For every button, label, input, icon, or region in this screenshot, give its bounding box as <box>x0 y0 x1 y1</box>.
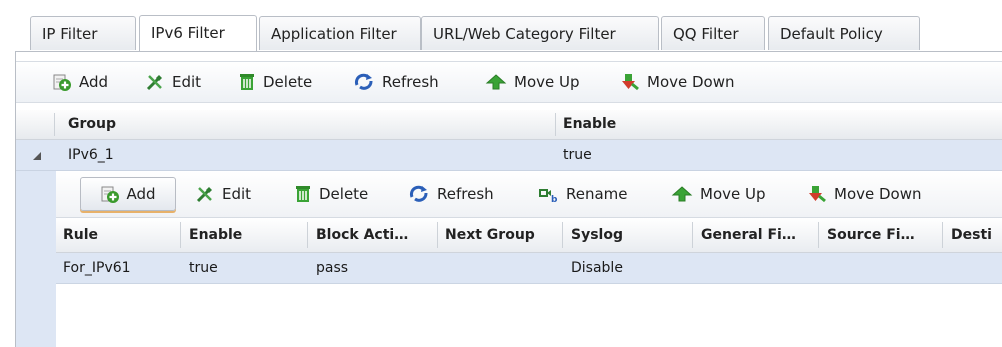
add-icon <box>52 72 72 92</box>
tab-ipv6-filter[interactable]: IPv6 Filter <box>139 15 257 52</box>
tab-bar: IP Filter IPv6 Filter Application Filter… <box>0 0 1002 54</box>
rule-rename-label: Rename <box>566 185 628 203</box>
rule-name: For_IPv61 <box>63 260 131 276</box>
column-separator <box>307 222 308 248</box>
rule-table-empty-area <box>56 284 1002 347</box>
rule-enable: true <box>189 260 218 276</box>
tab-qq-filter[interactable]: QQ Filter <box>661 16 765 50</box>
column-header-syslog[interactable]: Syslog <box>571 218 623 252</box>
column-header-destination-filter[interactable]: Desti <box>951 218 1002 252</box>
move-up-icon <box>671 185 693 203</box>
tab-label: Default Policy <box>780 25 883 43</box>
column-header-enable[interactable]: Enable <box>189 218 242 252</box>
group-table-header: Group Enable <box>16 110 1002 140</box>
refresh-label: Refresh <box>382 73 439 91</box>
column-header-group[interactable]: Group <box>68 110 116 139</box>
rename-icon: b <box>537 184 559 204</box>
move-up-button[interactable]: Move Up <box>485 62 580 102</box>
rule-rename-button[interactable]: b Rename <box>537 177 628 211</box>
rule-refresh-label: Refresh <box>437 185 494 203</box>
column-separator <box>818 222 819 248</box>
refresh-button[interactable]: Refresh <box>353 62 439 102</box>
rule-table-header: Rule Enable Block Acti… Next Group Syslo… <box>56 218 1002 253</box>
move-up-icon <box>485 73 507 91</box>
column-separator <box>180 222 181 248</box>
move-down-icon <box>620 72 640 92</box>
rule-edit-label: Edit <box>222 185 252 203</box>
rule-delete-label: Delete <box>319 185 369 203</box>
rule-move-down-button[interactable]: Move Down <box>807 177 922 211</box>
delete-label: Delete <box>263 73 313 91</box>
delete-button[interactable]: Delete <box>238 62 312 102</box>
column-header-general-filter[interactable]: General Fi… <box>701 218 813 252</box>
svg-text:b: b <box>551 195 558 204</box>
tab-label: IP Filter <box>42 25 98 43</box>
tab-label: URL/Web Category Filter <box>433 25 616 43</box>
edit-button[interactable]: Edit <box>145 62 201 102</box>
column-separator <box>555 113 556 136</box>
move-down-icon <box>807 184 827 204</box>
tab-url-web-category-filter[interactable]: URL/Web Category Filter <box>421 16 659 50</box>
rule-move-down-label: Move Down <box>834 185 922 203</box>
delete-icon <box>238 72 256 92</box>
move-up-label: Move Up <box>514 73 580 91</box>
column-header-block-action[interactable]: Block Acti… <box>316 218 433 252</box>
column-separator <box>54 113 55 136</box>
rule-toolbar: Add Edit Delete Refresh b Rename Move Up <box>56 171 1002 218</box>
rule-add-button[interactable]: Add <box>80 177 176 211</box>
rule-block-action: pass <box>316 260 349 276</box>
edit-icon <box>145 72 165 92</box>
rule-row[interactable]: For_IPv61 true pass Disable <box>56 253 1002 284</box>
group-name: IPv6_1 <box>68 147 114 163</box>
group-enable: true <box>563 147 592 163</box>
refresh-icon <box>353 73 375 91</box>
column-separator <box>437 222 438 248</box>
delete-icon <box>294 184 312 204</box>
rule-move-up-label: Move Up <box>700 185 766 203</box>
nested-indent <box>16 171 56 347</box>
column-header-next-group[interactable]: Next Group <box>445 218 535 252</box>
rule-delete-button[interactable]: Delete <box>294 177 368 211</box>
refresh-icon <box>408 185 430 203</box>
tab-label: QQ Filter <box>673 25 739 43</box>
edit-label: Edit <box>172 73 202 91</box>
column-header-enable[interactable]: Enable <box>563 110 616 139</box>
add-button[interactable]: Add <box>52 62 108 102</box>
rule-edit-button[interactable]: Edit <box>195 177 251 211</box>
edit-icon <box>195 184 215 204</box>
rule-refresh-button[interactable]: Refresh <box>408 177 494 211</box>
tab-ip-filter[interactable]: IP Filter <box>30 16 136 50</box>
tab-application-filter[interactable]: Application Filter <box>259 16 421 50</box>
rule-add-label: Add <box>126 185 156 203</box>
tab-label: Application Filter <box>271 25 397 43</box>
group-row[interactable]: IPv6_1 true <box>16 140 1002 171</box>
rule-syslog: Disable <box>571 260 623 276</box>
column-separator <box>692 222 693 248</box>
add-label: Add <box>79 73 109 91</box>
tab-default-policy[interactable]: Default Policy <box>768 16 920 50</box>
move-down-button[interactable]: Move Down <box>620 62 735 102</box>
column-separator <box>562 222 563 248</box>
collapse-triangle-icon[interactable] <box>32 140 42 172</box>
add-icon <box>100 184 120 204</box>
column-header-rule[interactable]: Rule <box>63 218 98 252</box>
column-header-source-filter[interactable]: Source Fi… <box>827 218 937 252</box>
tab-label: IPv6 Filter <box>151 24 225 42</box>
column-separator <box>942 222 943 248</box>
main-toolbar: Add Edit Delete Refresh Move Up Move Dow <box>16 61 1002 103</box>
ipv6-filter-panel: Add Edit Delete Refresh Move Up Move Dow <box>15 52 1002 347</box>
rule-move-up-button[interactable]: Move Up <box>671 177 766 211</box>
move-down-label: Move Down <box>647 73 735 91</box>
